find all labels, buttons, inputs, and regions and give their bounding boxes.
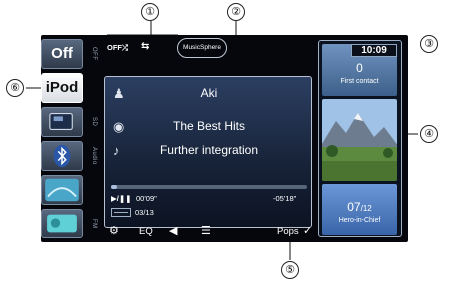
track-info-panel: ♟ Aki ◉ The Best Hits ♪ Further integrat… (104, 76, 312, 228)
side-label-fm: FM (91, 219, 97, 229)
track-count: 03/13 (135, 208, 154, 217)
pick-icon[interactable]: ✓ (303, 224, 312, 237)
thumb-bottom-count: 07/12 (322, 200, 397, 214)
list-icon[interactable]: ☰ (201, 224, 211, 237)
progress-bar[interactable] (111, 185, 307, 189)
source-av-button[interactable] (41, 175, 83, 205)
av-icon (45, 178, 79, 202)
side-label-sd: SD (91, 117, 97, 127)
play-pause-icon[interactable]: ▶/❚❚ (111, 194, 131, 203)
audio-source-screen: Off OFF iPod SD Audio FM OFF⤮ ⇆ MusicSph… (41, 35, 408, 242)
thumb-top-number: 0 (356, 61, 363, 75)
radio-icon (47, 214, 77, 233)
clock-display: 10:09 (351, 44, 397, 57)
back-icon[interactable]: ◀ (169, 224, 177, 237)
track-count-icon (111, 208, 131, 217)
source-bluetooth-button[interactable] (41, 141, 83, 171)
callout-4: ④ (420, 125, 438, 143)
source-ipod-button[interactable]: iPod (41, 73, 83, 103)
source-sd-button[interactable] (41, 107, 83, 137)
bluetooth-icon (53, 144, 71, 168)
source-off-label: Off (51, 45, 73, 62)
thumb-bottom-total: /12 (360, 204, 372, 213)
source-radio-button[interactable] (41, 209, 83, 238)
sd-card-icon (49, 113, 73, 131)
source-off-button[interactable]: Off (41, 39, 83, 69)
callout-3: ③ (420, 35, 438, 53)
progress-fill (111, 185, 117, 189)
callout-2: ② (227, 3, 245, 21)
right-panel: 0 First contact 10:09 07/12 Hero-in-Chie… (318, 40, 402, 237)
artist-name: Aki (200, 86, 218, 100)
elapsed-time: 00'09" (136, 194, 157, 203)
song-title: Further integration (159, 143, 259, 157)
side-label-audio: Audio (91, 147, 97, 165)
source-ipod-label: iPod (45, 79, 79, 96)
callout-1: ① (141, 3, 159, 21)
thumb-top-title: First contact (340, 78, 379, 85)
callout-5: ⑤ (281, 261, 299, 279)
music-sphere-logo: MusicSphere (177, 38, 227, 58)
thumb-bottom-number: 07 (347, 200, 361, 214)
album-name: The Best Hits (172, 119, 246, 133)
thumb-bottom-title: Hero-in-Chief (338, 217, 381, 224)
genre-button[interactable]: Pops (277, 226, 299, 237)
callout-6: ⑥ (6, 79, 24, 97)
thumbnail-hero-in-chief[interactable]: 07/12 Hero-in-Chief (322, 184, 397, 235)
settings-gear-icon[interactable]: ⚙ (109, 224, 119, 237)
shuffle-status[interactable]: OFF⤮ (107, 43, 128, 53)
landscape-image (322, 99, 397, 181)
eq-button[interactable]: EQ (139, 226, 153, 237)
album-art-landscape[interactable] (322, 99, 397, 181)
remaining-time: -05'18" (273, 194, 297, 203)
side-label-off: OFF (91, 47, 97, 61)
repeat-icon[interactable]: ⇆ (141, 41, 149, 52)
